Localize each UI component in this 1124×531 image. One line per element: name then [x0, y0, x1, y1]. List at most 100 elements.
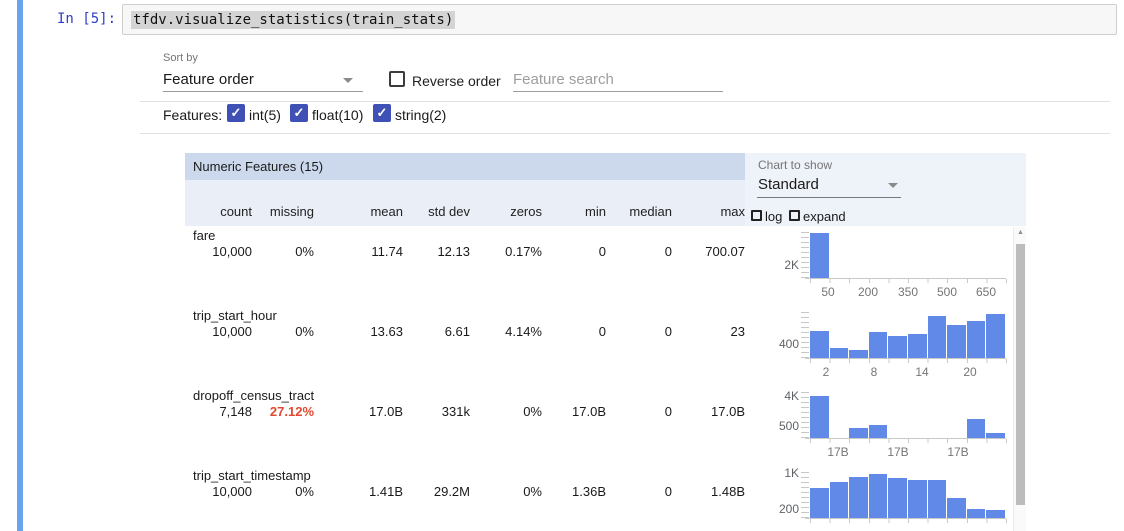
scroll-up-icon[interactable]: ▲ — [1014, 229, 1027, 236]
column-header: zeros — [470, 204, 542, 219]
y-axis-label: 4K — [755, 389, 799, 403]
stat-value: 0.17% — [470, 244, 542, 259]
check-icon: ✓ — [231, 105, 242, 120]
features-label: Features: — [163, 107, 222, 123]
y-axis-label: 2K — [755, 258, 799, 272]
histogram-bar — [967, 509, 986, 518]
x-axis-label: 17B — [887, 445, 908, 459]
stat-value: 17.0B — [672, 404, 745, 419]
histogram-trip_start_timestamp: 1K200 — [755, 467, 1013, 531]
expand-checkbox[interactable] — [789, 210, 800, 221]
feature-search-input[interactable] — [513, 68, 723, 92]
feature-name: fare — [185, 226, 745, 244]
x-axis-ticks — [810, 439, 1007, 443]
stat-value: 29.2M — [403, 484, 470, 499]
stat-value: 0 — [606, 484, 672, 499]
table-body: fare10,0000%11.7412.130.17%00700.07 trip_… — [185, 226, 745, 531]
histogram-bar — [928, 480, 947, 518]
feature-stats: 10,0000%13.636.614.14%0023 — [185, 324, 745, 339]
stat-value: 10,000 — [189, 244, 252, 259]
chart-dropdown-underline — [757, 197, 901, 198]
cell-selection-bar[interactable] — [17, 0, 23, 531]
x-axis-label: 20 — [963, 365, 976, 379]
check-icon: ✓ — [294, 105, 305, 120]
x-axis-label: 500 — [937, 285, 957, 299]
divider — [140, 101, 1110, 102]
scrollbar-thumb[interactable] — [1016, 244, 1025, 505]
stat-value: 11.74 — [314, 244, 403, 259]
y-axis-ticks — [801, 308, 809, 358]
notebook-output-page: In [5]: tfdv.visualize_statistics(train_… — [0, 0, 1124, 531]
histogram-trip_start_hour: 400281420 — [755, 307, 1013, 387]
float-filter-checkbox[interactable]: ✓ — [290, 104, 308, 122]
histograms-column: 2K502003505006504002814204K50017B17B17B1… — [755, 227, 1013, 531]
charts-scrollbar[interactable]: ▲ — [1013, 227, 1026, 531]
stat-value: 0% — [470, 484, 542, 499]
y-axis-label: 400 — [755, 337, 799, 351]
x-axis-label: 17B — [827, 445, 848, 459]
stat-value: 0% — [470, 404, 542, 419]
int-filter-checkbox[interactable]: ✓ — [227, 104, 245, 122]
stat-value: 27.12% — [252, 404, 314, 419]
stat-value: 331k — [403, 404, 470, 419]
histogram-bar — [810, 488, 829, 518]
chevron-down-icon[interactable] — [888, 183, 898, 188]
column-header: median — [606, 204, 672, 219]
x-axis-label: 2 — [823, 365, 830, 379]
table-header-row: countmissingmeanstd devzerosminmedianmax — [185, 180, 745, 226]
divider — [140, 133, 1110, 134]
stat-value: 0 — [606, 404, 672, 419]
histogram-bar — [967, 419, 986, 438]
stat-value: 0% — [252, 324, 314, 339]
histogram-bar — [830, 482, 849, 518]
x-axis-label: 650 — [976, 285, 996, 299]
feature-stats: 10,0000%11.7412.130.17%00700.07 — [185, 244, 745, 259]
stat-value: 700.07 — [672, 244, 745, 259]
stat-value: 0% — [252, 244, 314, 259]
column-header: std dev — [403, 204, 470, 219]
log-checkbox[interactable] — [751, 210, 762, 221]
y-axis-ticks — [801, 228, 809, 278]
histogram-bar — [986, 510, 1005, 518]
check-icon: ✓ — [377, 105, 388, 120]
feature-stats: 7,14827.12%17.0B331k0%17.0B017.0B — [185, 404, 745, 419]
chevron-down-icon[interactable] — [343, 78, 353, 83]
stat-value: 1.48B — [672, 484, 745, 499]
string-filter-checkbox[interactable]: ✓ — [373, 104, 391, 122]
histogram-dropoff_census_tract: 4K50017B17B17B — [755, 387, 1013, 467]
column-header: max — [672, 204, 745, 219]
sort-by-dropdown[interactable]: Feature order — [163, 71, 254, 88]
stat-value: 0% — [252, 484, 314, 499]
chart-to-show-dropdown[interactable]: Standard — [758, 176, 819, 193]
histogram-bar — [888, 478, 907, 518]
stat-value: 0 — [542, 324, 606, 339]
code-text[interactable]: tfdv.visualize_statistics(train_stats) — [131, 11, 455, 29]
x-axis-label: 17B — [947, 445, 968, 459]
table-row: dropoff_census_tract7,14827.12%17.0B331k… — [185, 386, 745, 466]
table-row: trip_start_timestamp10,0000%1.41B29.2M0%… — [185, 466, 745, 531]
feature-name: trip_start_timestamp — [185, 466, 745, 484]
histogram-bar — [908, 334, 927, 358]
code-cell-input[interactable]: tfdv.visualize_statistics(train_stats) — [122, 4, 1117, 35]
histogram-bar — [869, 474, 888, 518]
histogram-bar — [869, 425, 888, 438]
reverse-order-checkbox[interactable] — [389, 71, 405, 87]
histogram-bar — [908, 480, 927, 518]
float-filter-label: float(10) — [312, 107, 363, 123]
histogram-bar — [849, 428, 868, 438]
stat-value: 10,000 — [189, 324, 252, 339]
histogram-bar — [986, 314, 1005, 358]
x-axis-label: 14 — [915, 365, 928, 379]
column-header: missing — [252, 204, 314, 219]
x-axis-label: 50 — [821, 285, 834, 299]
stat-value: 0 — [606, 324, 672, 339]
stat-value: 10,000 — [189, 484, 252, 499]
y-axis-label: 1K — [755, 466, 799, 480]
input-prompt: In [5]: — [57, 11, 116, 27]
histogram-bar — [967, 321, 986, 358]
sort-by-label: Sort by — [163, 52, 198, 64]
string-filter-label: string(2) — [395, 107, 446, 123]
stat-value: 4.14% — [470, 324, 542, 339]
histogram-bar — [947, 325, 966, 358]
histogram-bar — [849, 477, 868, 518]
